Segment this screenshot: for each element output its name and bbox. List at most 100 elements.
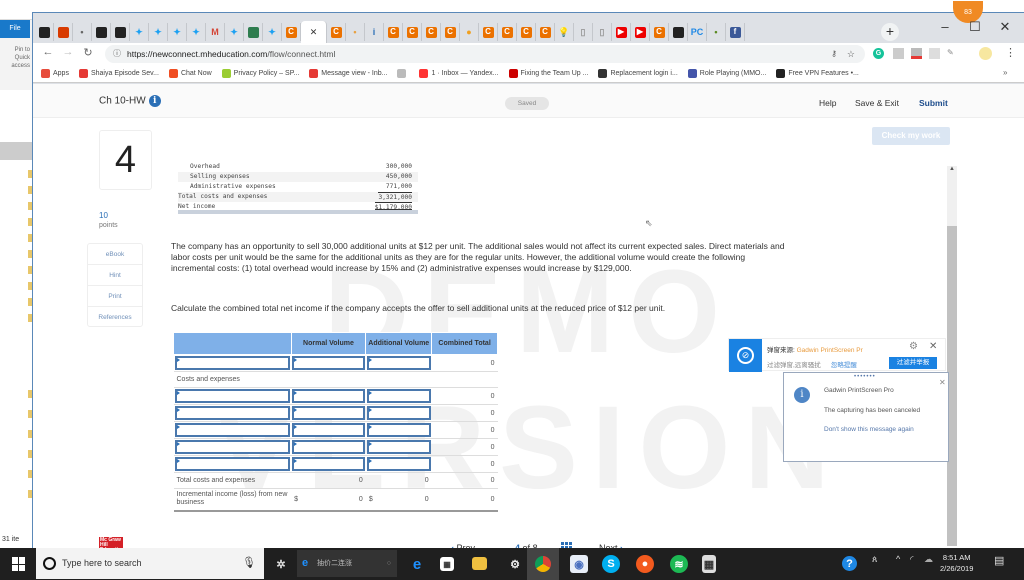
filter-report-button[interactable]: 过滤并举报 [889, 357, 937, 369]
info-icon[interactable]: ⓘ [113, 45, 121, 63]
drag-handle[interactable]: ••••••• [854, 374, 876, 380]
expense-label-input[interactable] [174, 406, 291, 420]
submit-link[interactable]: Submit [919, 98, 948, 108]
microphone-icon[interactable]: 🎙 [242, 548, 256, 579]
expense-normal-input[interactable] [292, 423, 365, 437]
minimize-button[interactable]: – [933, 19, 957, 34]
extension-icon[interactable]: ✎ [947, 48, 954, 57]
browser-tab[interactable]: ▯ [593, 23, 612, 41]
people-icon[interactable]: ጰ [872, 554, 877, 565]
key-icon[interactable]: ⚷ [831, 45, 837, 63]
browser-tab[interactable]: C [479, 23, 498, 41]
fan-app-icon[interactable]: ✲ [272, 555, 290, 573]
expense-normal-input[interactable] [292, 389, 365, 403]
scroll-up-arrow[interactable]: ▲ [947, 166, 957, 172]
close-icon[interactable]: ✕ [929, 341, 937, 352]
profile-avatar[interactable] [979, 47, 992, 60]
browser-tab[interactable]: ▯ [574, 23, 593, 41]
browser-tab[interactable]: ✦ [263, 23, 282, 41]
browser-tab[interactable]: C [384, 23, 403, 41]
extension-icon[interactable] [929, 48, 940, 59]
browser-tab[interactable]: ✦ [168, 23, 187, 41]
explorer-file-tab[interactable]: File [0, 20, 30, 38]
browser-tab[interactable] [669, 23, 688, 41]
windows-start-icon[interactable] [12, 557, 26, 571]
action-center-icon[interactable]: ▤ [994, 554, 1004, 567]
browser-tab[interactable]: • [73, 23, 92, 41]
browser-tab[interactable]: C [282, 23, 301, 41]
extension-icon[interactable] [893, 48, 904, 59]
active-tab[interactable]: ✕ [301, 21, 327, 43]
browser-tab[interactable]: C [517, 23, 536, 41]
expense-label-input[interactable] [174, 440, 291, 454]
new-tab-button[interactable]: + [881, 23, 899, 41]
revenue-additional-input[interactable] [366, 356, 431, 370]
browser-tab[interactable]: ✦ [225, 23, 244, 41]
onedrive-icon[interactable]: ☁ [924, 554, 933, 565]
menu-icon[interactable]: ⋮ [1005, 46, 1016, 59]
bookmark-item[interactable]: Replacement login i... [598, 69, 678, 78]
bookmark-item[interactable]: Apps [41, 69, 69, 78]
edge-browser-icon[interactable]: e [408, 555, 426, 573]
bookmark-item[interactable]: Chat Now [168, 69, 212, 78]
browser-tab[interactable]: f [726, 23, 745, 41]
browser-tab[interactable] [244, 23, 263, 41]
bookmark-item[interactable]: 1 · Inbox — Yandex... [419, 69, 499, 78]
forward-icon[interactable]: → [61, 46, 75, 58]
gear-icon[interactable]: ⚙ [909, 341, 918, 352]
bookmark-item[interactable]: Message view - Inb... [309, 69, 387, 78]
close-icon[interactable]: ✕ [310, 27, 318, 38]
browser-tab[interactable]: M [206, 23, 225, 41]
close-icon[interactable]: ✕ [939, 378, 946, 387]
browser-tab[interactable]: C [498, 23, 517, 41]
help-tray-icon[interactable]: ? [842, 556, 857, 571]
bookmarks-more[interactable]: » [1003, 68, 1007, 77]
bookmark-item[interactable] [397, 69, 409, 78]
ebook-link[interactable]: eBook [88, 244, 142, 265]
hint-link[interactable]: Hint [88, 265, 142, 286]
expense-normal-input[interactable] [292, 457, 365, 471]
pin-to-quick-access[interactable]: Pin to Quick access [2, 46, 30, 70]
browser-tab[interactable]: ✦ [130, 23, 149, 41]
spotify-icon[interactable]: ≋ [670, 555, 688, 573]
browser-tab[interactable]: ▶ [631, 23, 650, 41]
browser-tab[interactable]: ● [460, 23, 479, 41]
expense-additional-input[interactable] [366, 423, 431, 437]
close-window-button[interactable]: ✕ [993, 19, 1017, 35]
settings-gear-icon[interactable]: ⚙ [506, 555, 524, 573]
wifi-icon[interactable]: ◜ [910, 554, 914, 565]
statement-scrollbar[interactable] [178, 210, 418, 214]
browser-tab[interactable]: C [536, 23, 555, 41]
expense-additional-input[interactable] [366, 457, 431, 471]
ignore-link[interactable]: 忽略提醒 [831, 362, 857, 369]
explorer-nav-selected[interactable] [0, 142, 32, 160]
reload-icon[interactable]: ↻ [81, 46, 95, 59]
dont-show-link[interactable]: Don't show this message again [824, 426, 914, 433]
address-bar[interactable]: ⓘ https://newconnect.mheducation.com/flo… [105, 45, 865, 63]
expense-label-input[interactable] [174, 389, 291, 403]
maximize-button[interactable]: ☐ [963, 19, 987, 35]
browser-tab[interactable]: PC [688, 23, 707, 41]
browser-tab[interactable]: C [403, 23, 422, 41]
expense-additional-input[interactable] [366, 406, 431, 420]
browser-tab[interactable]: C [422, 23, 441, 41]
extension-alert-icon[interactable] [911, 48, 922, 59]
screenshot-app-icon[interactable]: ◉ [570, 555, 588, 573]
skype-icon[interactable]: S [602, 555, 620, 573]
browser-tab[interactable]: ✦ [187, 23, 206, 41]
grammarly-icon[interactable]: G [873, 48, 884, 59]
bookmark-item[interactable]: Privacy Policy – SP... [221, 69, 299, 78]
browser-tab[interactable] [111, 23, 130, 41]
calculator-icon[interactable]: ▦ [702, 555, 716, 573]
bookmark-item[interactable]: Shaiya Episode Sev... [78, 69, 159, 78]
expense-additional-input[interactable] [366, 389, 431, 403]
store-icon[interactable]: ▦ [440, 557, 454, 571]
save-exit-link[interactable]: Save & Exit [855, 98, 899, 108]
system-clock[interactable]: 8:51 AM 2/26/2019 [940, 552, 973, 574]
origin-icon[interactable]: ● [636, 555, 654, 573]
browser-tab[interactable]: 💡 [555, 23, 574, 41]
revenue-label-input[interactable] [174, 356, 291, 370]
bookmark-item[interactable]: Role Playing (MMO... [687, 69, 766, 78]
print-link[interactable]: Print [88, 286, 142, 307]
edge-search-box[interactable]: e 抽价二连涨 ○ [297, 550, 397, 577]
